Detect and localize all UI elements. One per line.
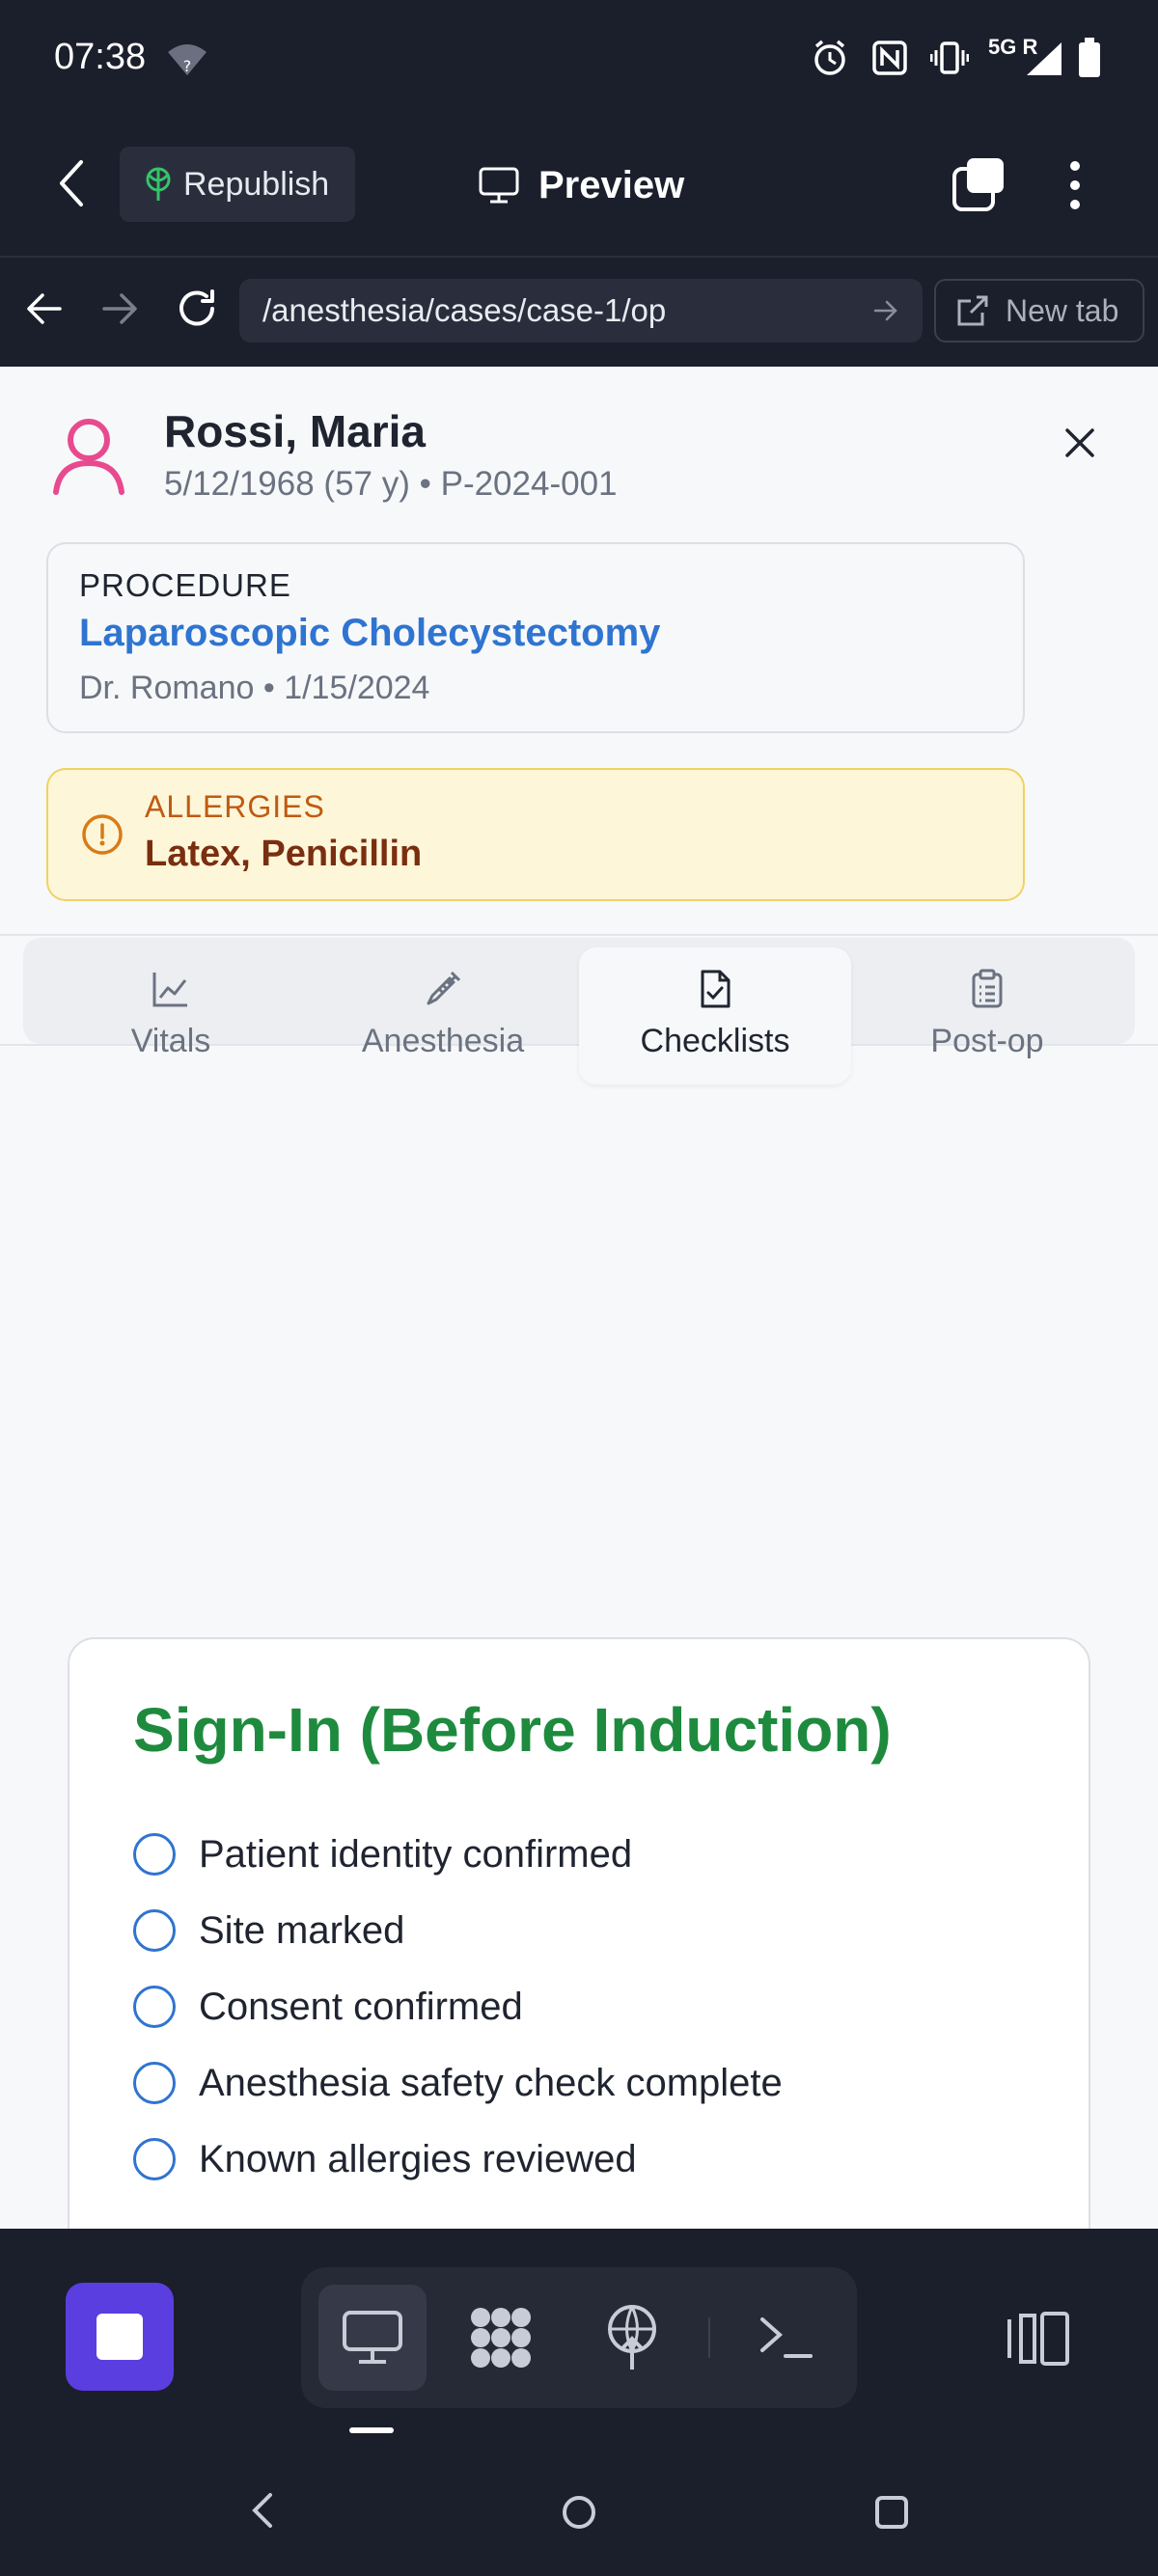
reload-icon[interactable] [176, 288, 218, 330]
tab-anesthesia[interactable]: Anesthesia [307, 947, 579, 1084]
dock-separator [708, 2317, 710, 2358]
republish-icon [141, 166, 176, 203]
stop-button[interactable] [66, 2283, 174, 2391]
checklist-radio[interactable] [133, 1833, 176, 1876]
vibrate-icon [930, 39, 969, 77]
checklist-item-label: Consent confirmed [199, 1985, 523, 2028]
patient-name: Rossi, Maria [164, 406, 426, 456]
checklist-item-label: Patient identity confirmed [199, 1832, 633, 1876]
patient-avatar-icon [50, 415, 127, 496]
url-text: /anesthesia/cases/case-1/op [262, 292, 667, 328]
desktop-icon[interactable] [342, 2310, 403, 2366]
checklist-item[interactable]: Known allergies reviewed [133, 2135, 637, 2183]
external-link-icon [955, 293, 990, 328]
wifi-icon: ? [166, 42, 208, 77]
tabs-switcher-icon[interactable] [951, 156, 1006, 212]
tab-label: Checklists [640, 1023, 790, 1059]
republish-label: Republish [183, 165, 330, 203]
tab-label: Anesthesia [361, 1023, 525, 1059]
browser-forward-icon[interactable] [100, 291, 139, 326]
status-time: 07:38 [54, 37, 147, 77]
terminal-icon[interactable] [758, 2314, 814, 2362]
allergies-label: ALLERGIES [145, 789, 325, 824]
checklist-item[interactable]: Anesthesia safety check complete [133, 2059, 783, 2107]
signal-icon [1025, 41, 1063, 77]
checklist-item[interactable]: Consent confirmed [133, 1983, 523, 2031]
syringe-icon [423, 969, 463, 1009]
nav-home-icon[interactable] [560, 2493, 598, 2532]
preview-label: Preview [538, 163, 685, 206]
nav-back-icon[interactable] [247, 2491, 276, 2530]
url-field[interactable]: /anesthesia/cases/case-1/op [239, 279, 923, 343]
puzzle-icon[interactable] [467, 2304, 535, 2371]
new-tab-label: New tab [1006, 292, 1119, 328]
publish-icon[interactable] [604, 2304, 660, 2371]
close-icon[interactable] [1063, 426, 1096, 459]
checklist-radio[interactable] [133, 1986, 176, 2028]
browser-back-icon[interactable] [25, 291, 64, 326]
checklist-item-label: Anesthesia safety check complete [199, 2061, 783, 2104]
divider [0, 934, 1158, 936]
checklist-item[interactable]: Patient identity confirmed [133, 1830, 632, 1878]
more-vertical-icon[interactable] [1062, 158, 1089, 212]
stop-icon [96, 2314, 143, 2360]
tab-label: Post-op [930, 1023, 1044, 1059]
go-arrow-icon[interactable] [872, 297, 899, 324]
file-check-icon [695, 969, 735, 1009]
checklist-item[interactable]: Site marked [133, 1906, 404, 1955]
line-chart-icon [151, 969, 191, 1009]
nfc-icon [872, 41, 907, 75]
tab-checklists[interactable]: Checklists [579, 947, 851, 1084]
svg-text:?: ? [183, 57, 192, 75]
home-indicator [349, 2427, 394, 2433]
tab-vitals[interactable]: Vitals [35, 947, 307, 1084]
checklist-item-label: Site marked [199, 1908, 405, 1952]
checklist-item-label: Known allergies reviewed [199, 2137, 637, 2180]
tab-post-op[interactable]: Post-op [851, 947, 1123, 1084]
procedure-name[interactable]: Laparoscopic Cholecystectomy [79, 612, 660, 655]
clipboard-list-icon [967, 969, 1007, 1009]
checklist-radio[interactable] [133, 1909, 176, 1952]
procedure-label: PROCEDURE [79, 567, 291, 603]
alert-circle-icon [81, 813, 124, 856]
patient-details: 5/12/1968 (57 y) • P-2024-001 [164, 465, 618, 503]
allergies-value: Latex, Penicillin [145, 834, 423, 874]
checklist-radio[interactable] [133, 2062, 176, 2104]
back-icon[interactable] [58, 158, 85, 208]
checklist-radio[interactable] [133, 2138, 176, 2180]
side-panel-icon[interactable] [1006, 2310, 1071, 2368]
tab-label: Vitals [130, 1023, 211, 1059]
monitor-icon [479, 166, 519, 205]
battery-icon [1077, 37, 1102, 79]
procedure-details: Dr. Romano • 1/15/2024 [79, 670, 430, 706]
checklist-title: Sign-In (Before Induction) [133, 1695, 892, 1765]
alarm-icon [811, 39, 849, 77]
nav-recents-icon[interactable] [874, 2495, 909, 2530]
